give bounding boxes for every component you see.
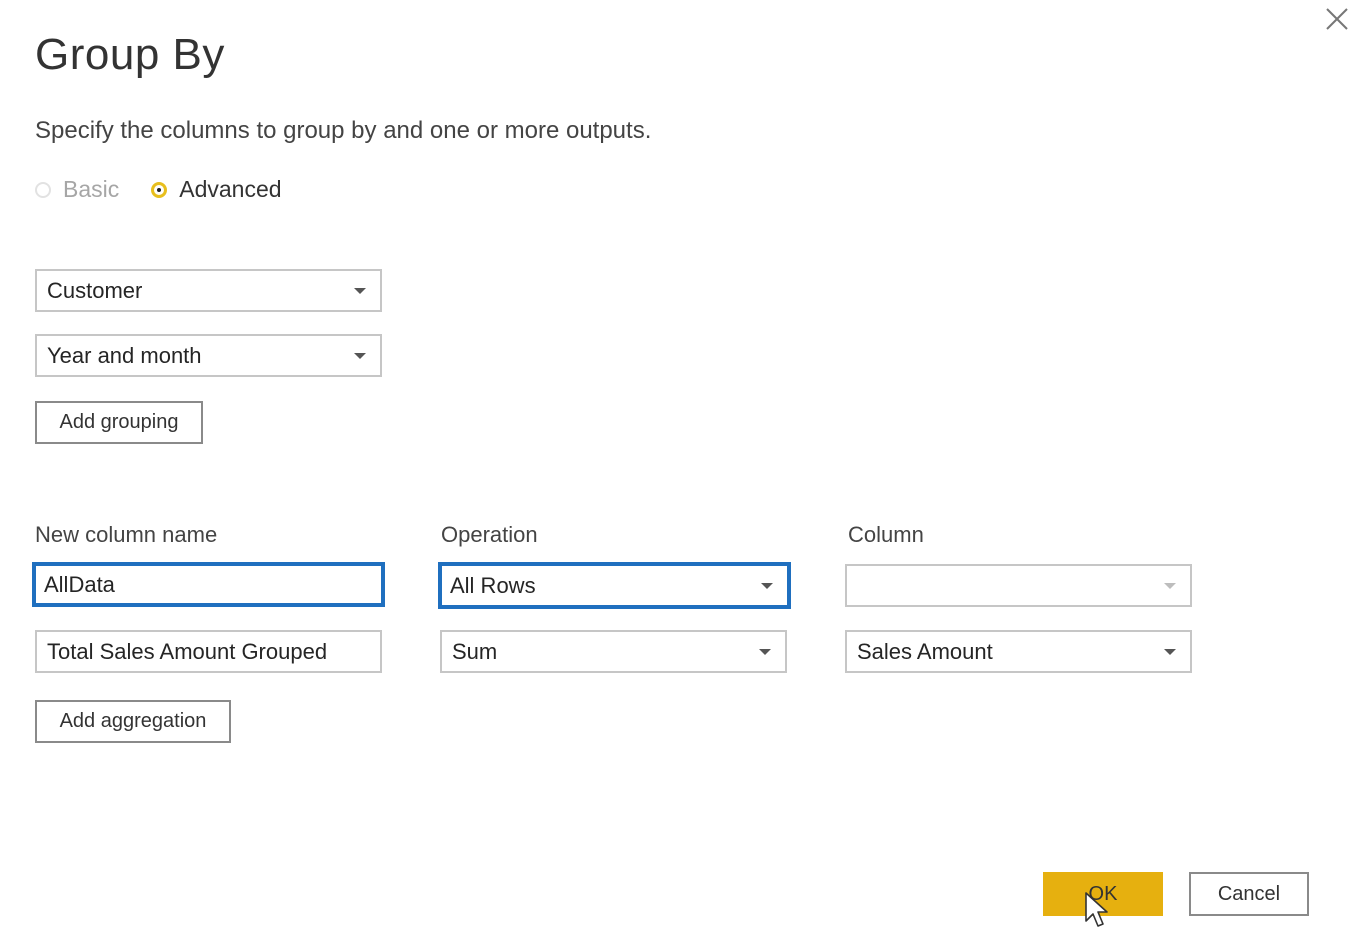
operation-select-1-value: All Rows (450, 572, 536, 598)
group-by-select-2-value: Year and month (47, 342, 202, 368)
cancel-button[interactable]: Cancel (1189, 872, 1309, 916)
mode-radio-group: Basic Advanced (35, 176, 282, 203)
add-grouping-button[interactable]: Add grouping (35, 401, 203, 444)
close-icon[interactable] (1322, 4, 1352, 34)
new-column-name-input-1[interactable]: AllData (32, 562, 385, 607)
radio-advanced-label: Advanced (179, 176, 282, 202)
add-aggregation-button[interactable]: Add aggregation (35, 700, 231, 743)
new-column-name-input-1-value: AllData (44, 571, 115, 597)
dialog-title: Group By (35, 30, 225, 79)
column-select-1[interactable] (845, 564, 1192, 607)
chevron-down-icon (354, 287, 366, 294)
radio-checked-icon (151, 181, 168, 198)
group-by-select-2[interactable]: Year and month (35, 334, 382, 377)
group-by-select-1-value: Customer (47, 277, 143, 303)
new-column-name-input-2-value: Total Sales Amount Grouped (47, 638, 328, 664)
group-by-select-1[interactable]: Customer (35, 269, 382, 312)
column-select-2-value: Sales Amount (857, 638, 993, 664)
operation-header: Operation (441, 522, 538, 547)
operation-select-1[interactable]: All Rows (438, 562, 791, 609)
radio-basic[interactable]: Basic (35, 176, 119, 203)
chevron-down-icon (1164, 582, 1176, 589)
radio-advanced[interactable]: Advanced (151, 176, 282, 203)
chevron-down-icon (354, 352, 366, 359)
dialog-subtitle: Specify the columns to group by and one … (35, 117, 652, 144)
new-column-name-input-2[interactable]: Total Sales Amount Grouped (35, 630, 382, 673)
operation-select-2-value: Sum (452, 638, 498, 664)
ok-button[interactable]: OK (1043, 872, 1163, 916)
column-select-2[interactable]: Sales Amount (845, 630, 1192, 673)
column-header: Column (848, 522, 924, 547)
new-column-name-header: New column name (35, 522, 218, 547)
chevron-down-icon (759, 648, 771, 655)
chevron-down-icon (1164, 648, 1176, 655)
operation-select-2[interactable]: Sum (440, 630, 787, 673)
radio-circle-icon (35, 181, 51, 198)
chevron-down-icon (761, 582, 773, 589)
radio-basic-label: Basic (63, 176, 120, 202)
